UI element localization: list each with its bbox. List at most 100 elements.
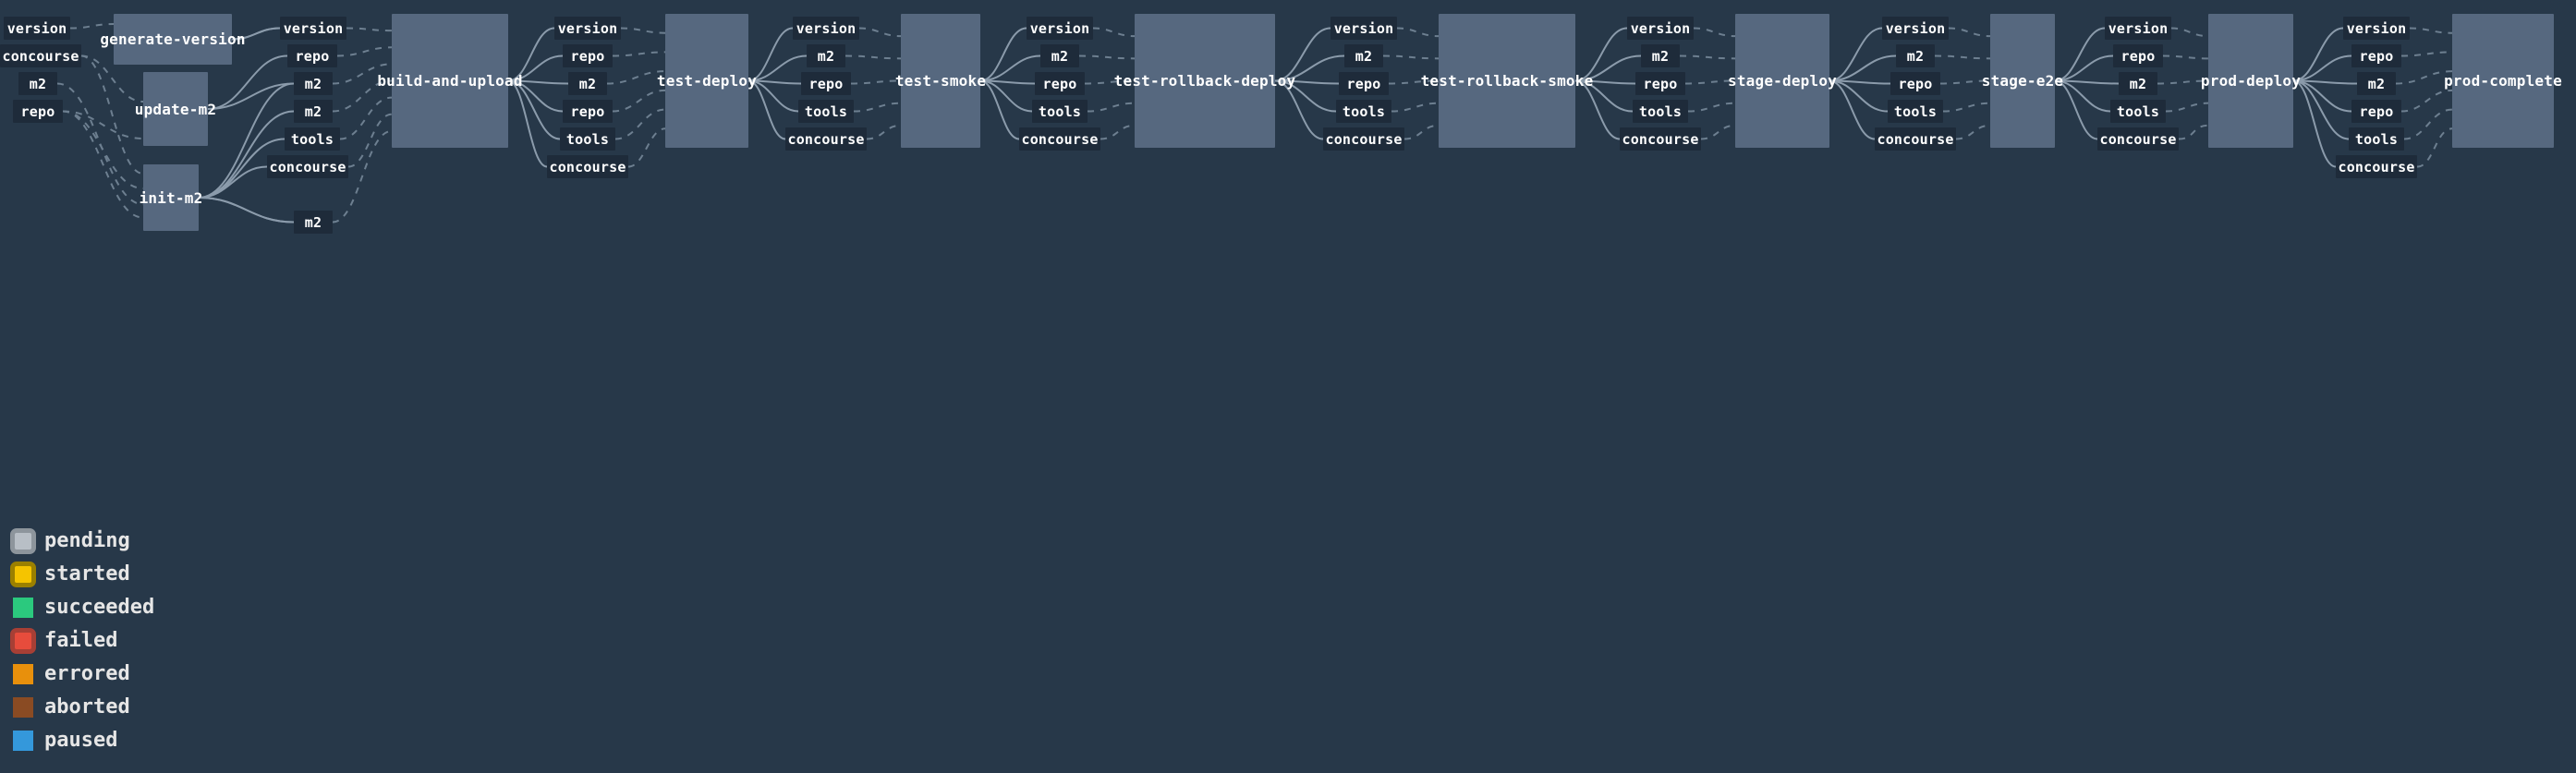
status-color-errored (13, 664, 33, 684)
legend-item-pending: pending (7, 525, 395, 558)
legend-item-aborted: aborted (7, 691, 395, 724)
resource-node-m2[interactable]: m2 (294, 100, 333, 123)
resource-node-repo[interactable]: repo (1339, 72, 1389, 95)
job-node-build-and-upload[interactable]: build-and-upload (377, 14, 522, 148)
resource-node-repo[interactable]: repo (2113, 44, 2163, 67)
job-node-test-rollback-deploy[interactable]: test-rollback-deploy (1114, 14, 1295, 148)
resource-node-version[interactable]: version (4, 17, 70, 40)
resource-node-version[interactable]: version (280, 17, 346, 40)
resource-node-concourse[interactable]: concourse (0, 44, 81, 67)
job-node-generate-version[interactable]: generate-version (100, 14, 245, 65)
job-node-test-rollback-smoke[interactable]: test-rollback-smoke (1421, 14, 1593, 148)
job-node-stage-e2e[interactable]: stage-e2e (1982, 14, 2063, 148)
resource-node-repo[interactable]: repo (287, 44, 337, 67)
resource-node-version[interactable]: version (2343, 17, 2410, 40)
legend-label: started (44, 562, 130, 586)
resource-node-m2[interactable]: m2 (2119, 72, 2157, 95)
resource-node-concourse[interactable]: concourse (2097, 127, 2179, 151)
legend-item-succeeded: succeeded (7, 591, 395, 624)
pipeline-edge (2165, 102, 2209, 113)
resource-node-repo[interactable]: repo (2351, 44, 2401, 67)
resource-node-version[interactable]: version (1882, 17, 1949, 40)
pipeline-edge (347, 113, 393, 168)
pipeline-edge (1391, 102, 1440, 113)
resource-node-concourse[interactable]: concourse (547, 155, 628, 178)
resource-node-tools[interactable]: tools (2349, 127, 2404, 151)
job-node-test-deploy[interactable]: test-deploy (657, 14, 757, 148)
resource-node-concourse[interactable]: concourse (1875, 127, 1956, 151)
resource-node-tools[interactable]: tools (1032, 100, 1088, 123)
resource-node-repo[interactable]: repo (13, 100, 63, 123)
pipeline-edge (614, 108, 666, 140)
resource-node-m2[interactable]: m2 (18, 72, 57, 95)
resource-node-repo[interactable]: repo (563, 100, 613, 123)
pipeline-edge (612, 51, 666, 57)
status-color-aborted (13, 697, 33, 718)
resource-node-concourse[interactable]: concourse (1620, 127, 1701, 151)
resource-node-repo[interactable]: repo (563, 44, 613, 67)
resource-node-concourse[interactable]: concourse (785, 127, 867, 151)
legend-swatch-started-icon (7, 559, 39, 590)
job-node-prod-deploy[interactable]: prod-deploy (2201, 14, 2301, 148)
job-node-stage-deploy[interactable]: stage-deploy (1728, 14, 1837, 148)
resource-node-concourse[interactable]: concourse (267, 155, 348, 178)
resource-node-m2[interactable]: m2 (568, 72, 607, 95)
resource-node-tools[interactable]: tools (1633, 100, 1688, 123)
pipeline-edge (2400, 51, 2453, 57)
resource-node-m2[interactable]: m2 (294, 72, 333, 95)
resource-node-version[interactable]: version (1627, 17, 1694, 40)
resource-node-concourse[interactable]: concourse (1019, 127, 1100, 151)
legend-label: pending (44, 529, 130, 552)
pipeline-edge (866, 124, 902, 140)
status-color-started (10, 562, 36, 587)
resource-node-repo[interactable]: repo (1035, 72, 1085, 95)
resource-node-m2[interactable]: m2 (1040, 44, 1079, 67)
pipeline-edge (612, 89, 666, 113)
pipeline-edge (346, 27, 393, 32)
resource-node-concourse[interactable]: concourse (1323, 127, 1404, 151)
pipeline-graph[interactable]: version concourse m2 repo generate-version up… (0, 0, 2576, 517)
resource-node-version[interactable]: version (554, 17, 621, 40)
pipeline-edge (336, 46, 393, 57)
resource-node-repo[interactable]: repo (1890, 72, 1940, 95)
resource-node-tools[interactable]: tools (1888, 100, 1943, 123)
resource-node-version[interactable]: version (1331, 17, 1397, 40)
resource-node-m2[interactable]: m2 (2357, 72, 2396, 95)
resource-node-version[interactable]: version (793, 17, 859, 40)
pipeline-edge (1382, 54, 1440, 60)
resource-node-repo[interactable]: repo (801, 72, 851, 95)
pipeline-edge (853, 102, 902, 113)
resource-node-tools[interactable]: tools (798, 100, 854, 123)
legend-item-started: started (7, 558, 395, 591)
pipeline-edge (1693, 27, 1736, 38)
resource-node-version[interactable]: version (2105, 17, 2171, 40)
pipeline-edge (1087, 102, 1136, 113)
resource-node-tools[interactable]: tools (285, 127, 340, 151)
job-node-test-smoke[interactable]: test-smoke (895, 14, 986, 148)
job-node-update-m2[interactable]: update-m2 (135, 72, 216, 146)
resource-node-m2[interactable]: m2 (1641, 44, 1680, 67)
pipeline-edge (69, 23, 115, 30)
pipeline-edge (627, 127, 666, 168)
resource-node-tools[interactable]: tools (2110, 100, 2166, 123)
pipeline-edge (2178, 124, 2209, 140)
pipeline-edge (2292, 79, 2352, 113)
resource-node-tools[interactable]: tools (560, 127, 615, 151)
resource-node-concourse[interactable]: concourse (2336, 155, 2417, 178)
status-color-succeeded (13, 598, 33, 618)
resource-node-m2[interactable]: m2 (1896, 44, 1935, 67)
legend-swatch-aborted-icon (7, 692, 39, 723)
pipeline-edge (1403, 124, 1440, 140)
legend-swatch-errored-icon (7, 658, 39, 690)
resource-node-tools[interactable]: tools (1336, 100, 1391, 123)
job-node-init-m2[interactable]: init-m2 (140, 164, 202, 231)
resource-node-repo[interactable]: repo (2351, 100, 2401, 123)
resource-node-repo[interactable]: repo (1635, 72, 1685, 95)
status-color-failed (10, 628, 36, 654)
job-node-prod-complete[interactable]: prod-complete (2444, 14, 2562, 148)
resource-node-m2[interactable]: m2 (807, 44, 845, 67)
resource-node-version[interactable]: version (1027, 17, 1093, 40)
pipeline-edge (2403, 108, 2453, 140)
resource-node-m2[interactable]: m2 (1344, 44, 1383, 67)
resource-node-m2[interactable]: m2 (294, 211, 333, 234)
